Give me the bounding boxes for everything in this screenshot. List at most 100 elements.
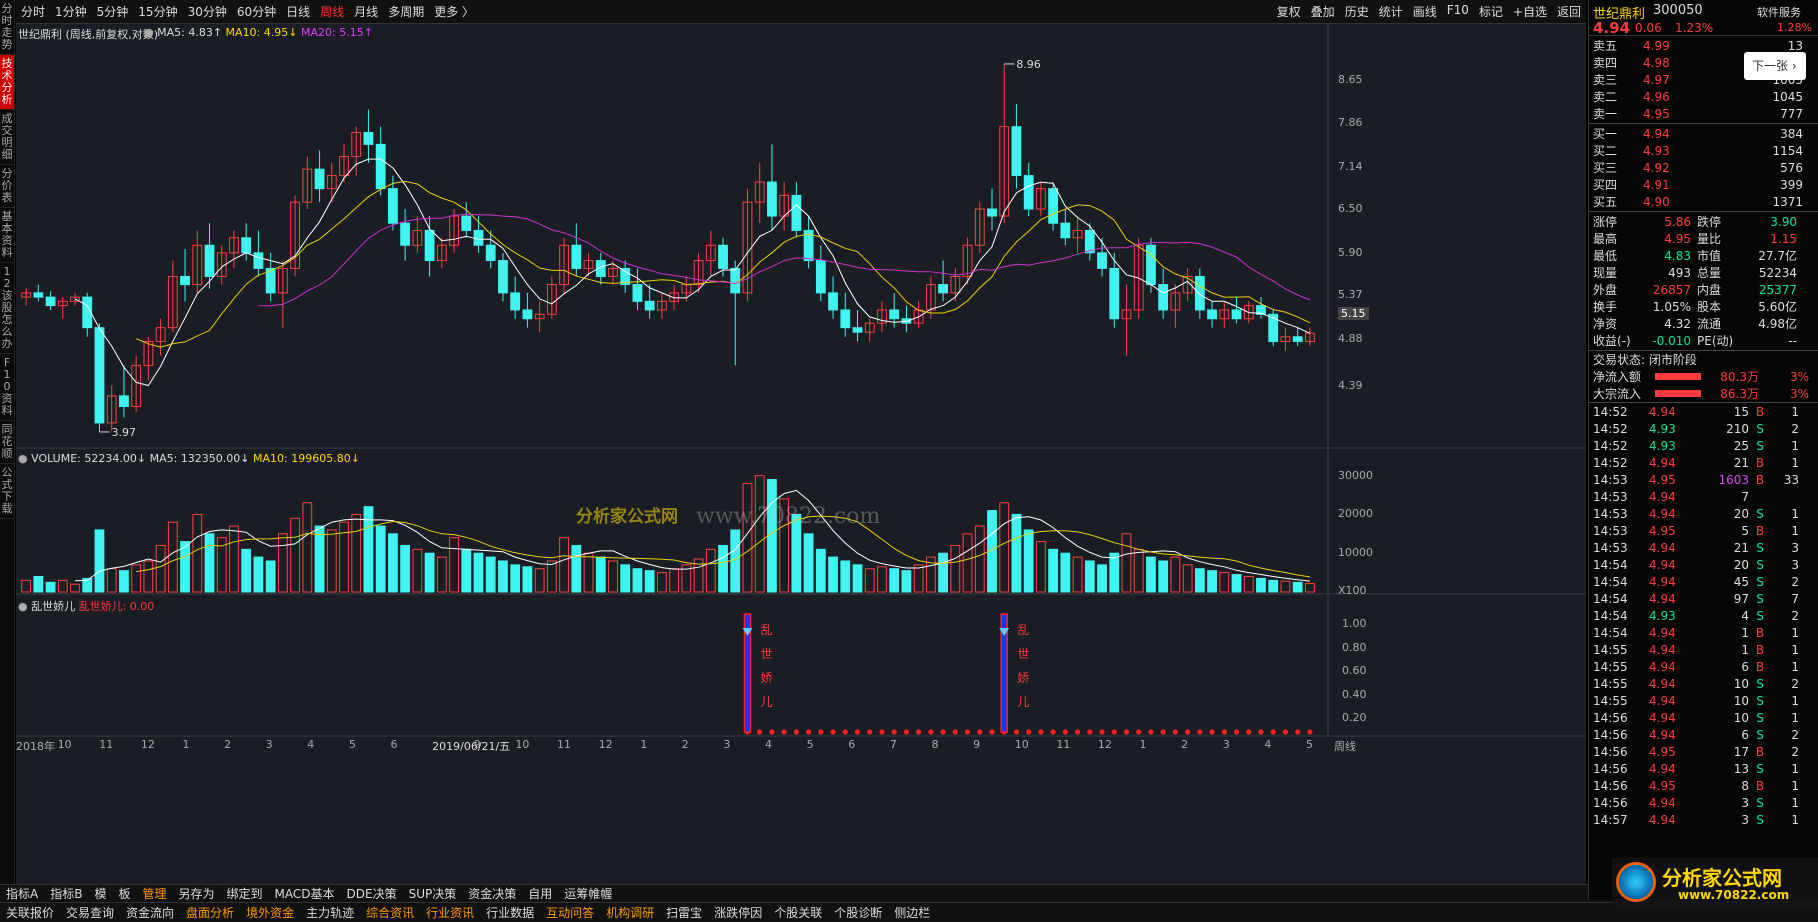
signal-dot [1258, 729, 1264, 735]
period-tab-5[interactable]: 60分钟 [232, 3, 281, 20]
candle-body [571, 244, 582, 269]
toolbar-btn-5[interactable]: F10 [1442, 3, 1474, 20]
period-tab-3[interactable]: 15分钟 [133, 3, 182, 20]
toolbar-btn-2[interactable]: 历史 [1340, 3, 1374, 20]
period-tab-10[interactable]: 更多 〉 [429, 3, 479, 20]
toolbar-btn-3[interactable]: 统计 [1374, 3, 1408, 20]
bids-row: 买一 4.94 384 [1589, 125, 1818, 142]
volume-bar [265, 560, 276, 593]
vtab-1[interactable]: 技术分析 [0, 55, 14, 110]
indicator-tab-3[interactable]: 板 [112, 885, 136, 902]
toolbar-btn-7[interactable]: +自选 [1508, 3, 1552, 20]
indicator-tab-1[interactable]: 指标B [44, 885, 88, 902]
indicator-tab-10[interactable]: 资金决策 [462, 885, 522, 902]
vtab-4[interactable]: 基本资料 [0, 208, 14, 263]
tick-count: 1 [1791, 778, 1799, 793]
tick-count: 2 [1791, 608, 1799, 623]
vtab-6[interactable]: F10资料 [0, 354, 14, 421]
tick-row: 14:55 4.94 1 B 1 [1589, 641, 1818, 658]
time-tick: 3 [265, 738, 273, 751]
tick-price: 4.94 [1649, 795, 1676, 810]
status-link-9[interactable]: 互动问答 [540, 904, 600, 921]
status-link-4[interactable]: 境外资金 [240, 904, 300, 921]
status-link-13[interactable]: 个股关联 [768, 904, 828, 921]
indicator-tabs-bar: 指标A 指标B 模板管理 另存为 绑定到 MACD基本 DDE决策 SUP决策 资金决策 自用 运筹… [0, 884, 1818, 902]
period-tab-4[interactable]: 30分钟 [183, 3, 232, 20]
gear-icon[interactable]: ● [144, 26, 154, 39]
price-tick: 5.15 [1338, 307, 1369, 321]
vtab-3[interactable]: 分价表 [0, 165, 14, 208]
tick-count: 3 [1791, 540, 1799, 555]
vtab-5[interactable]: 12该股怎么办 [0, 263, 14, 354]
period-tab-6[interactable]: 日线 [281, 3, 315, 20]
tick-side: S [1756, 506, 1764, 521]
flow-label: 大宗流入 [1593, 387, 1642, 401]
tick-count: 1 [1791, 710, 1799, 725]
signal-dot [1307, 729, 1313, 735]
status-link-11[interactable]: 扫雷宝 [660, 904, 708, 921]
status-link-15[interactable]: 侧边栏 [888, 904, 936, 921]
status-link-10[interactable]: 机构调研 [600, 904, 660, 921]
signal-dot [1185, 729, 1191, 735]
indicator-tab-6[interactable]: 绑定到 [221, 885, 269, 902]
indicator-tab-8[interactable]: DDE决策 [341, 885, 403, 902]
indicator-value: 乱世娇儿: 0.00 [78, 600, 155, 613]
vtab-0[interactable]: 分时走势 [0, 0, 14, 55]
volume-tick: 10000 [1338, 546, 1373, 560]
toolbar-btn-0[interactable]: 复权 [1272, 3, 1306, 20]
period-tab-9[interactable]: 多周期 [383, 3, 429, 20]
status-link-2[interactable]: 资金流向 [120, 904, 180, 921]
volume-bar [852, 564, 863, 593]
period-tab-8[interactable]: 月线 [349, 3, 383, 20]
tick-list[interactable]: 14:52 4.94 15 B 1 14:52 4.93 210 S 2 14:52 4.93 25 S 1… [1589, 403, 1818, 828]
status-link-6[interactable]: 综合资讯 [360, 904, 420, 921]
period-tab-0[interactable]: 分时 [16, 3, 50, 20]
status-link-12[interactable]: 涨跌停因 [708, 904, 768, 921]
status-link-3[interactable]: 盘面分析 [180, 904, 240, 921]
price-tick: 5.37 [1338, 288, 1363, 302]
status-link-5[interactable]: 主力轨迹 [300, 904, 360, 921]
period-tab-2[interactable]: 5分钟 [92, 3, 134, 20]
tick-time: 14:55 [1593, 693, 1628, 708]
indicator-tab-9[interactable]: SUP决策 [403, 885, 463, 902]
tick-side: S [1756, 727, 1764, 742]
volume-bar [803, 533, 814, 593]
indicator-tab-12[interactable]: 运筹帷幄 [558, 885, 618, 902]
indicator-tab-5[interactable]: 另存为 [173, 885, 221, 902]
gear-icon[interactable]: ● [18, 452, 28, 465]
candle-body [938, 284, 948, 294]
period-tab-1[interactable]: 1分钟 [50, 3, 92, 20]
asks-label: 卖二 [1593, 90, 1618, 104]
gear-icon[interactable]: ● [18, 600, 28, 613]
toolbar-btn-1[interactable]: 叠加 [1306, 3, 1340, 20]
candle-body [363, 131, 374, 145]
toolbar-btn-8[interactable]: 返回 [1552, 3, 1586, 20]
indicator-tab-0[interactable]: 指标A [0, 885, 44, 902]
ma20-label: MA20: 5.15↑ [300, 26, 373, 39]
indicator-tab-7[interactable]: MACD基本 [269, 885, 341, 902]
status-link-0[interactable]: 关联报价 [0, 904, 60, 921]
status-link-14[interactable]: 个股诊断 [828, 904, 888, 921]
vtab-8[interactable]: 公式下载 [0, 464, 14, 519]
chart-area[interactable]: 8.96 3.97 乱世娇儿乱世娇儿 世纪鼎利 (周线,前复权,对数) ● MA5:… [16, 24, 1586, 884]
vtab-2[interactable]: 成交明细 [0, 110, 14, 165]
tick-volume: 20 [1733, 557, 1749, 572]
indicator-tab-2[interactable]: 模 [88, 885, 112, 902]
indicator-tab-11[interactable]: 自用 [522, 885, 558, 902]
tick-count: 2 [1791, 727, 1799, 742]
toolbar-btn-4[interactable]: 画线 [1408, 3, 1442, 20]
signal-char: 儿 [1017, 695, 1029, 709]
flow-pct: 3% [1789, 386, 1809, 401]
volume-bar [45, 581, 56, 593]
status-link-1[interactable]: 交易查询 [60, 904, 120, 921]
vtab-7[interactable]: 同花顺 [0, 421, 14, 464]
status-link-7[interactable]: 行业资讯 [420, 904, 480, 921]
tick-volume: 15 [1733, 404, 1749, 419]
volume-bar [522, 566, 533, 593]
tick-time: 14:53 [1593, 472, 1628, 487]
next-button[interactable]: 下一张 › [1744, 52, 1806, 80]
period-tab-7[interactable]: 周线 [315, 3, 349, 20]
indicator-tab-4[interactable]: 管理 [136, 885, 172, 902]
toolbar-btn-6[interactable]: 标记 [1474, 3, 1508, 20]
status-link-8[interactable]: 行业数据 [480, 904, 540, 921]
